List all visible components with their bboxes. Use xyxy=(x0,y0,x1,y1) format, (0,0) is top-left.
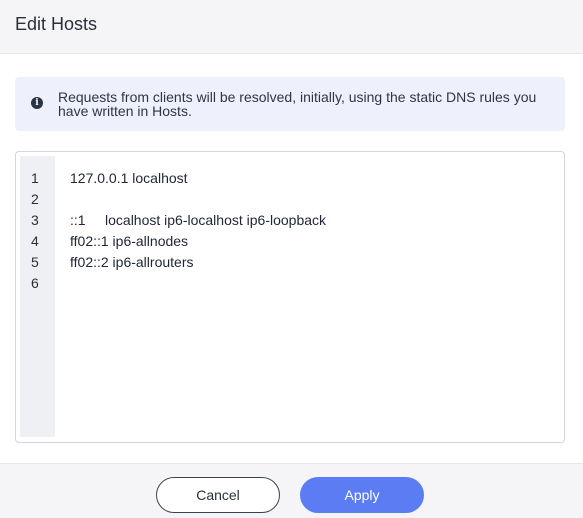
line-number: 6 xyxy=(31,275,39,291)
apply-button[interactable]: Apply xyxy=(300,477,424,513)
line-number: 3 xyxy=(31,212,39,228)
dialog-footer: Cancel Apply xyxy=(0,463,583,518)
notice-text: Requests from clients will be resolved, … xyxy=(58,89,537,119)
info-icon: i xyxy=(31,97,43,109)
code-line[interactable]: 127.0.0.1 localhost xyxy=(70,168,188,189)
dialog-title: Edit Hosts xyxy=(15,14,98,34)
line-number: 2 xyxy=(31,191,39,207)
info-notice: i Requests from clients will be resolved… xyxy=(15,77,565,131)
line-number: 5 xyxy=(31,254,39,270)
hosts-editor[interactable]: 1 2 3 4 5 6 127.0.0.1 localhost ::1 loca… xyxy=(15,151,565,443)
dialog-header: Edit Hosts xyxy=(0,0,583,54)
code-line[interactable]: ff02::1 ip6-allnodes xyxy=(70,231,188,252)
line-number: 1 xyxy=(31,170,39,186)
code-line[interactable]: ::1 localhost ip6-localhost ip6-loopback xyxy=(70,210,326,231)
cancel-button[interactable]: Cancel xyxy=(156,477,280,513)
line-number: 4 xyxy=(31,233,39,249)
code-line[interactable]: ff02::2 ip6-allrouters xyxy=(70,252,193,273)
edit-hosts-dialog: Edit Hosts i Requests from clients will … xyxy=(0,0,583,518)
